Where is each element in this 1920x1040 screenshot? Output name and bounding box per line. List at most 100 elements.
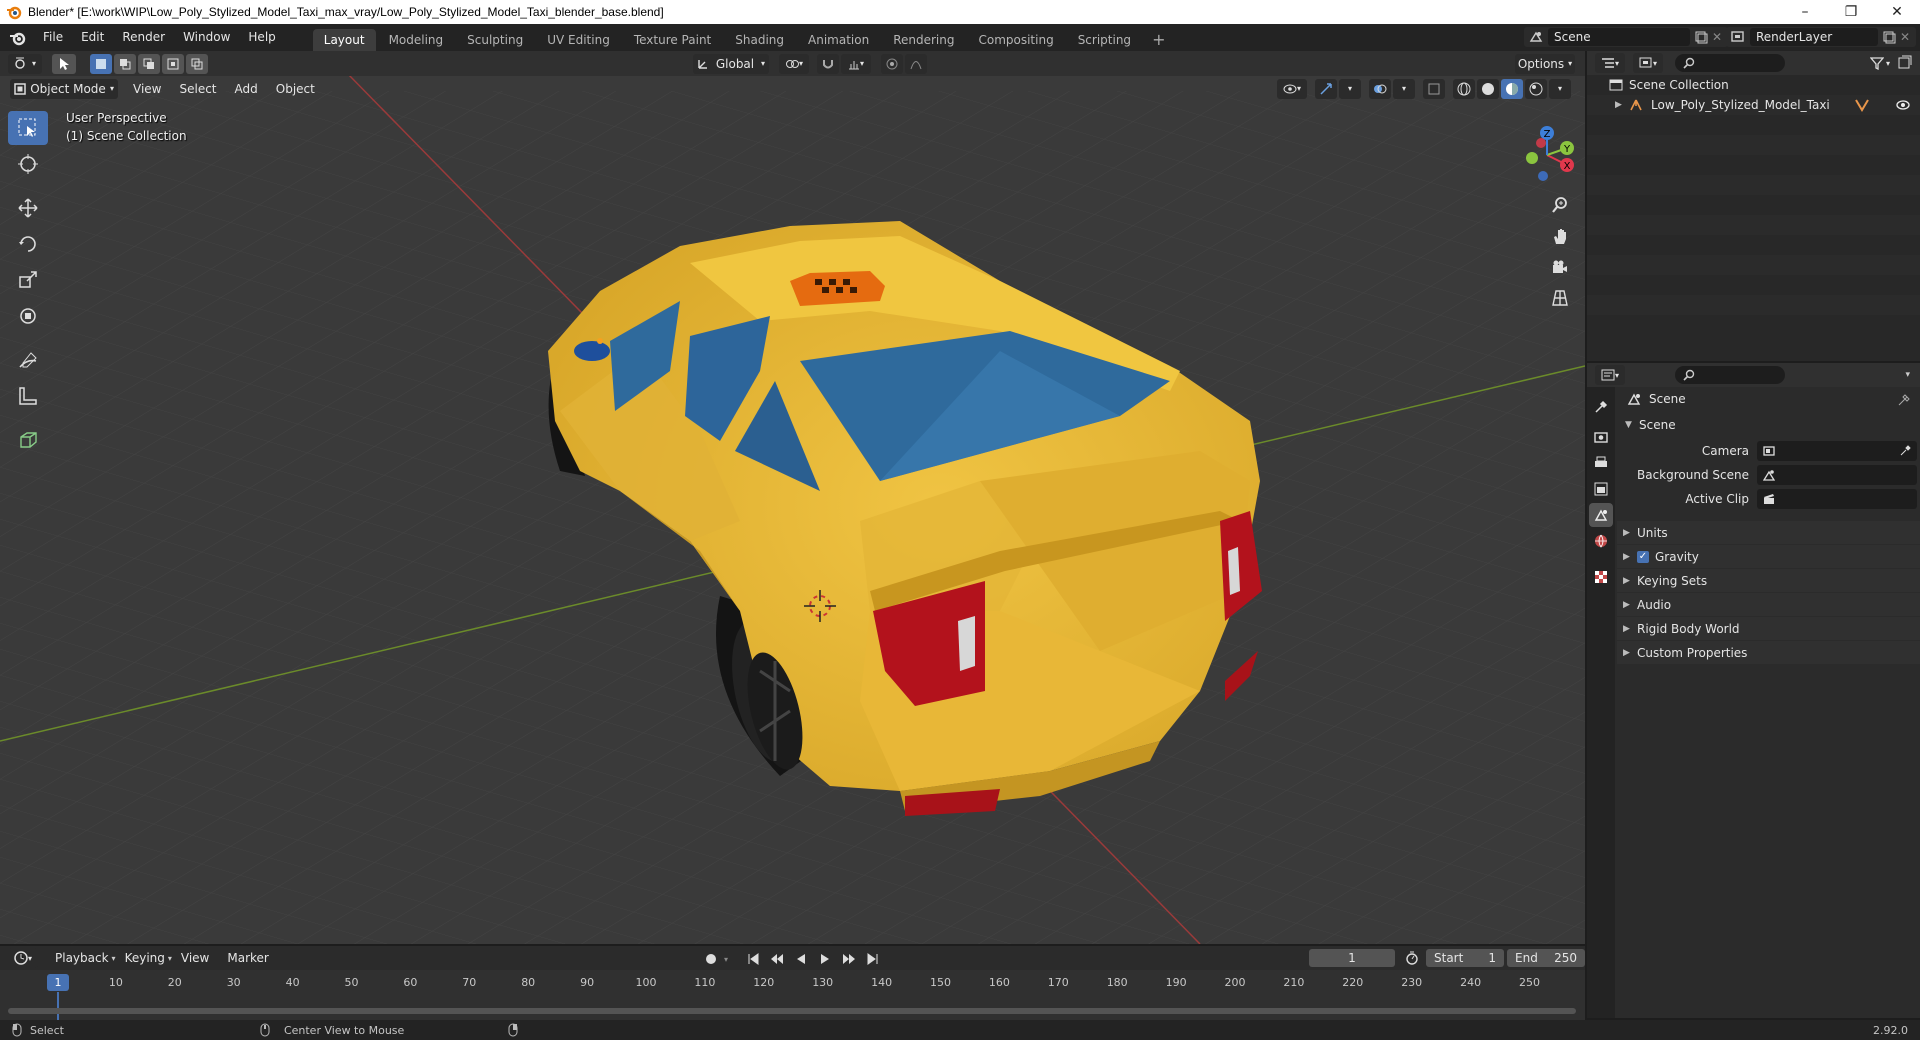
overlay-dropdown[interactable]: ▾: [1393, 78, 1415, 99]
select-mode-invert-button[interactable]: [162, 53, 184, 74]
gizmo-x-label[interactable]: X: [1564, 161, 1571, 172]
timeline-scrollbar[interactable]: [8, 1008, 1576, 1014]
background-scene-field[interactable]: [1757, 465, 1917, 485]
tool-add-cube[interactable]: [8, 423, 48, 457]
view-layer-selector[interactable]: RenderLayer ✕: [1726, 27, 1916, 47]
outliner-row-object[interactable]: ▶ Low_Poly_Stylized_Model_Taxi: [1587, 95, 1920, 115]
view-layer-name[interactable]: RenderLayer: [1750, 28, 1878, 46]
viewport-menu-object[interactable]: Object: [267, 82, 324, 96]
select-mode-extend-button[interactable]: [114, 53, 136, 74]
eyedropper-icon[interactable]: [1899, 445, 1911, 457]
3d-viewport[interactable]: X Y Z ▾ Global ▾ ▾ ▾ Options ▾ Object Mo…: [0, 51, 1585, 944]
properties-search-input[interactable]: [1675, 366, 1785, 384]
mode-dropdown[interactable]: Object Mode ▾: [10, 78, 118, 99]
scene-name-field[interactable]: Scene: [1548, 28, 1690, 46]
properties-options-dropdown[interactable]: ▾: [1905, 370, 1910, 380]
timeline-menu-keying[interactable]: Keying: [116, 951, 174, 965]
menu-edit[interactable]: Edit: [72, 24, 113, 51]
preview-range-toggle[interactable]: [1401, 951, 1423, 965]
add-workspace-icon[interactable]: +: [1144, 29, 1173, 51]
close-button[interactable]: ✕: [1874, 0, 1920, 24]
timeline-menu-marker[interactable]: Marker: [218, 951, 277, 965]
new-scene-icon[interactable]: [1694, 30, 1708, 44]
minimize-button[interactable]: –: [1782, 0, 1828, 24]
end-frame-field[interactable]: End 250: [1507, 949, 1585, 967]
current-frame-field[interactable]: 1: [1309, 949, 1395, 967]
pivot-point-dropdown[interactable]: ▾: [779, 53, 809, 74]
options-dropdown[interactable]: Options ▾: [1515, 53, 1575, 74]
tab-rendering[interactable]: Rendering: [882, 29, 965, 51]
tab-layout[interactable]: Layout: [312, 29, 376, 51]
play-reverse-button[interactable]: [790, 949, 812, 969]
timeline-editor-type[interactable]: ▾: [8, 948, 38, 968]
tab-shading[interactable]: Shading: [724, 29, 795, 51]
transform-orientation-dropdown[interactable]: Global ▾: [693, 53, 769, 74]
viewport-menu-add[interactable]: Add: [226, 82, 267, 96]
jump-end-button[interactable]: [862, 949, 884, 969]
next-keyframe-button[interactable]: [838, 949, 860, 969]
timeline-menu-playback[interactable]: Playback: [46, 951, 118, 965]
tool-move[interactable]: [8, 191, 48, 225]
shading-rendered-button[interactable]: [1525, 78, 1547, 99]
display-mode-dropdown[interactable]: ▾: [1633, 53, 1663, 73]
snap-target-dropdown[interactable]: ▾: [841, 53, 871, 74]
tool-measure[interactable]: [8, 379, 48, 413]
proportional-edit-toggle[interactable]: [881, 53, 903, 74]
scene-panel-header[interactable]: ▼ Scene: [1617, 413, 1920, 437]
outliner-editor-type[interactable]: ▾: [1595, 53, 1625, 73]
new-collection-button[interactable]: [1898, 55, 1912, 72]
tab-tool[interactable]: [1589, 395, 1613, 419]
tab-texture[interactable]: [1589, 565, 1613, 589]
gizmo-toggle[interactable]: [1315, 78, 1337, 99]
editor-type-button[interactable]: ▾: [8, 53, 42, 74]
proportional-falloff-dropdown[interactable]: [905, 53, 927, 74]
gravity-panel[interactable]: ▶ ✓ Gravity: [1617, 545, 1920, 569]
new-view-layer-icon[interactable]: [1882, 30, 1896, 44]
scene-selector[interactable]: Scene ✕: [1524, 27, 1728, 47]
tab-scene[interactable]: [1589, 503, 1613, 527]
shading-solid-button[interactable]: [1477, 78, 1499, 99]
snap-toggle[interactable]: [817, 53, 839, 74]
select-mode-subtract-button[interactable]: [138, 53, 160, 74]
select-tool-button[interactable]: [52, 53, 76, 74]
tool-cursor[interactable]: [8, 147, 48, 181]
tab-animation[interactable]: Animation: [797, 29, 880, 51]
tool-select-box[interactable]: [8, 111, 48, 145]
keying-dropdown-arrow[interactable]: ▾: [724, 955, 728, 964]
outliner-search-input[interactable]: [1675, 54, 1785, 72]
shading-material-button[interactable]: [1501, 78, 1523, 99]
tab-sculpting[interactable]: Sculpting: [456, 29, 534, 51]
menu-render[interactable]: Render: [113, 24, 174, 51]
gizmo-z-label[interactable]: Z: [1544, 129, 1551, 140]
select-mode-new-button[interactable]: [90, 53, 112, 74]
properties-editor-type[interactable]: ▾: [1595, 365, 1625, 385]
camera-view-button[interactable]: [1546, 253, 1574, 281]
custom-properties-panel[interactable]: ▶ Custom Properties: [1617, 641, 1920, 665]
play-button[interactable]: [814, 949, 836, 969]
active-clip-field[interactable]: [1757, 489, 1917, 509]
tab-compositing[interactable]: Compositing: [967, 29, 1064, 51]
visibility-dropdown[interactable]: ▾: [1277, 78, 1307, 99]
select-mode-intersect-button[interactable]: [186, 53, 208, 74]
perspective-toggle-button[interactable]: [1546, 284, 1574, 312]
units-panel[interactable]: ▶ Units: [1617, 521, 1920, 545]
viewport-menu-view[interactable]: View: [124, 82, 170, 96]
menu-help[interactable]: Help: [239, 24, 284, 51]
playhead-line[interactable]: [57, 992, 59, 1020]
gravity-checkbox[interactable]: ✓: [1637, 550, 1649, 563]
rigid-body-world-panel[interactable]: ▶ Rigid Body World: [1617, 617, 1920, 641]
tab-scripting[interactable]: Scripting: [1067, 29, 1142, 51]
filter-dropdown[interactable]: ▾: [1869, 56, 1890, 70]
timeline-ruler[interactable]: 10 20 30 40 50 60 70 80 90 100 110 120 130 140 150 160 1…: [0, 970, 1585, 1020]
outliner-row-scene-collection[interactable]: Scene Collection: [1587, 75, 1920, 95]
expand-arrow-icon[interactable]: ▶: [1615, 100, 1629, 110]
menu-file[interactable]: File: [34, 24, 72, 51]
zoom-button[interactable]: [1546, 191, 1574, 219]
tool-transform[interactable]: [8, 299, 48, 333]
pan-button[interactable]: [1546, 222, 1574, 250]
tool-scale[interactable]: [8, 263, 48, 297]
viewport-menu-select[interactable]: Select: [170, 82, 225, 96]
menu-window[interactable]: Window: [174, 24, 239, 51]
xray-toggle[interactable]: [1423, 78, 1445, 99]
tab-view-layer[interactable]: [1589, 477, 1613, 501]
